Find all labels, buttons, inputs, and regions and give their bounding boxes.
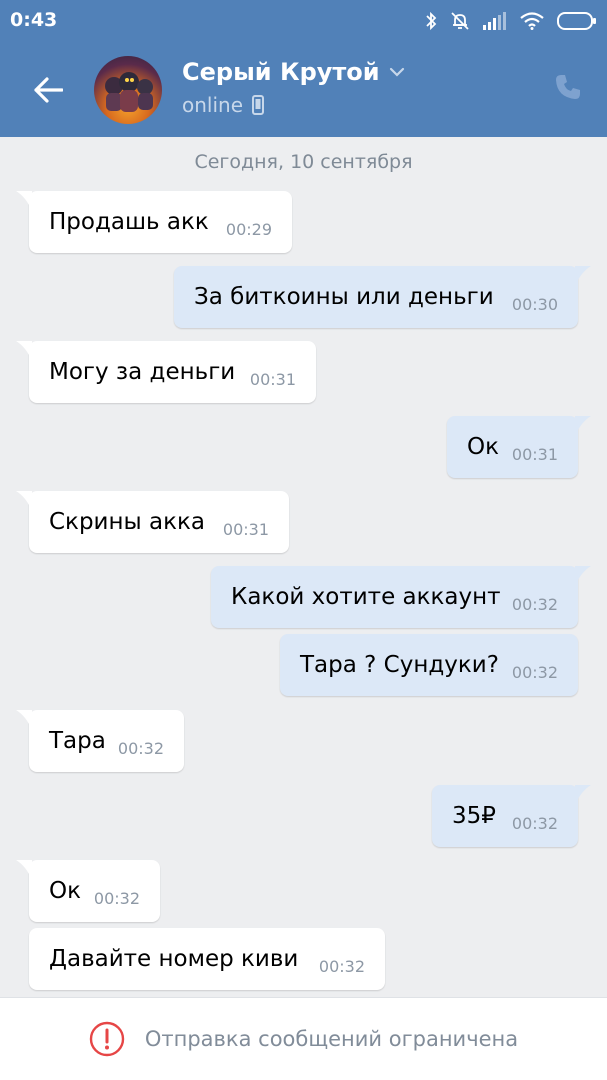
contact-name: Серый Крутой <box>182 58 380 86</box>
message-time: 00:32 <box>511 595 558 614</box>
wifi-icon <box>520 12 544 30</box>
message-bubble[interactable]: Продашь акк 00:29 <box>16 191 292 253</box>
back-button[interactable] <box>26 68 70 112</box>
message-time: 00:31 <box>249 370 296 389</box>
bluetooth-icon <box>426 11 437 31</box>
message-text: 35₽ <box>452 803 496 829</box>
message-time: 00:30 <box>511 295 558 314</box>
message-text: За биткоины или деньги <box>194 284 494 310</box>
chat-header: Серый Крутой online <box>0 42 607 137</box>
signal-icon <box>483 12 506 30</box>
message-time: 00:29 <box>225 220 272 239</box>
message-time: 00:32 <box>511 663 558 682</box>
message-bubble[interactable]: Ок 00:31 <box>447 416 591 478</box>
avatar[interactable] <box>94 56 162 124</box>
restriction-notice: Отправка сообщений ограничена <box>144 1027 519 1051</box>
message-bubble[interactable]: Могу за деньги 00:31 <box>16 341 316 403</box>
chevron-down-icon <box>389 67 404 77</box>
contact-status: online <box>182 93 265 117</box>
avatar-image <box>105 72 153 112</box>
messaging-restricted-bar: Отправка сообщений ограничена <box>0 997 607 1080</box>
message-bubble[interactable]: 35₽ 00:32 <box>432 785 591 847</box>
message-time: 00:31 <box>222 520 269 539</box>
contact-title[interactable]: Серый Крутой <box>182 58 405 86</box>
bubble-tail <box>16 341 32 361</box>
message-time: 00:32 <box>511 814 558 833</box>
bubble-tail <box>16 710 32 730</box>
message-bubble[interactable]: Тара ? Сундуки? 00:32 <box>280 634 578 696</box>
message-bubble[interactable]: Давайте номер киви 00:32 <box>29 928 385 990</box>
arrow-left-icon <box>34 77 63 103</box>
message-text: Тара <box>49 728 106 754</box>
mobile-phone-icon <box>252 95 265 115</box>
message-text: Давайте номер киви <box>49 946 299 972</box>
message-bubble[interactable]: Какой хотите аккаунт 00:32 <box>211 566 591 628</box>
status-bar: 0:43 <box>0 0 607 42</box>
status-time: 0:43 <box>10 9 58 31</box>
message-bubble[interactable]: Ок 00:32 <box>16 860 160 922</box>
bubble-tail <box>575 566 591 586</box>
bubble-tail <box>16 860 32 880</box>
bubble-tail <box>16 191 32 211</box>
message-text: Какой хотите аккаунт <box>231 584 501 610</box>
status-icons <box>425 10 597 32</box>
message-bubble[interactable]: Скрины акка 00:31 <box>16 491 289 553</box>
message-text: Могу за деньги <box>49 359 236 385</box>
warning-icon <box>89 1021 125 1057</box>
message-time: 00:32 <box>117 739 164 758</box>
bubble-tail <box>575 266 591 286</box>
bubble-tail <box>575 416 591 436</box>
message-text: Ок <box>49 878 81 904</box>
message-time: 00:32 <box>318 957 365 976</box>
mute-bell-icon <box>451 12 469 30</box>
call-button[interactable] <box>553 72 583 106</box>
message-text: Ок <box>467 434 499 460</box>
phone-icon <box>556 75 580 99</box>
bubble-tail <box>16 491 32 511</box>
battery-icon <box>557 12 596 30</box>
message-text: Скрины акка <box>49 509 205 535</box>
bubble-tail <box>575 785 591 805</box>
message-text: Продашь акк <box>49 209 209 235</box>
message-bubble[interactable]: Тара 00:32 <box>16 710 184 772</box>
message-time: 00:31 <box>511 445 558 464</box>
date-separator: Сегодня, 10 сентября <box>194 151 413 173</box>
message-time: 00:32 <box>93 889 140 908</box>
message-bubble[interactable]: За биткоины или деньги 00:30 <box>174 266 591 328</box>
message-text: Тара ? Сундуки? <box>300 652 499 678</box>
online-status: online <box>182 93 244 117</box>
